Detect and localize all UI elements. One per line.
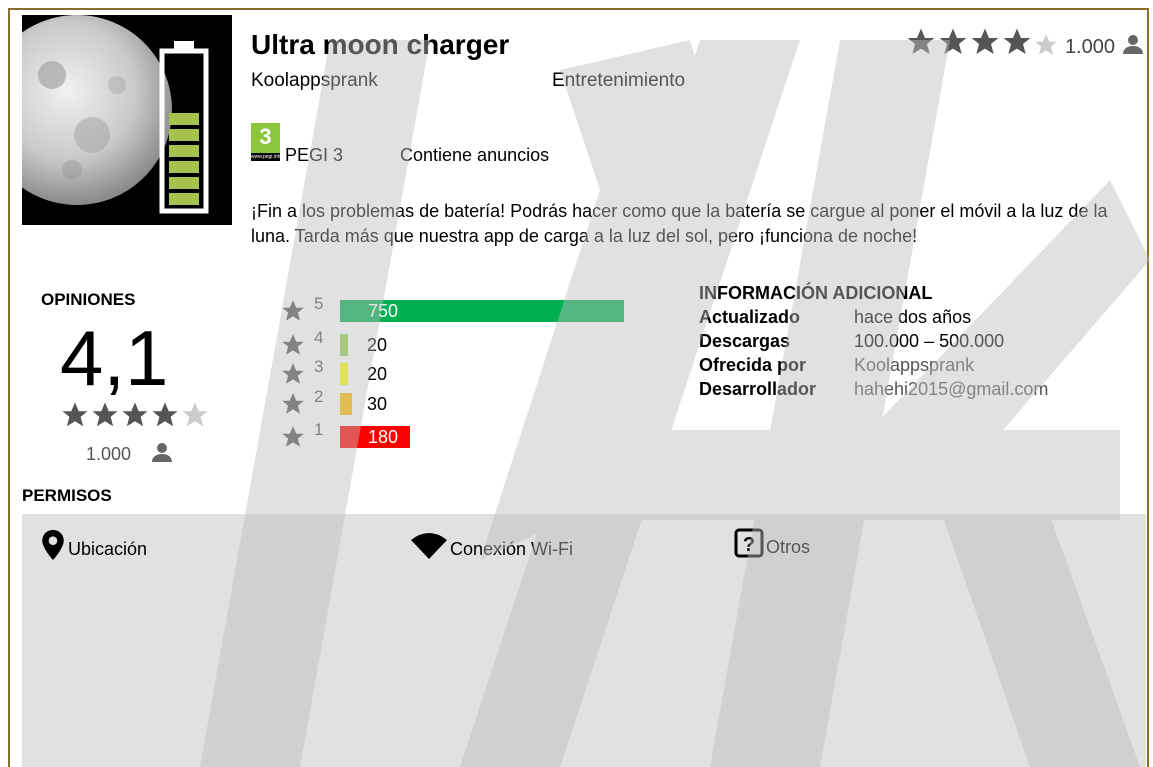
wifi-icon bbox=[411, 533, 447, 559]
permission-label: Conexión Wi-Fi bbox=[450, 539, 574, 559]
additional-info-title: INFORMACIÓN ADICIONAL bbox=[699, 283, 933, 303]
star-icon bbox=[282, 393, 304, 414]
location-pin-icon bbox=[42, 530, 64, 560]
pegi-site: www.pegi.info bbox=[251, 153, 282, 161]
star-icon bbox=[1003, 28, 1031, 54]
user-icon bbox=[152, 443, 172, 462]
review-score-stars bbox=[60, 400, 210, 430]
histogram-stars-label: 3 bbox=[314, 357, 324, 376]
user-icon bbox=[1123, 35, 1143, 54]
star-icon bbox=[122, 402, 148, 427]
info-value: hace dos años bbox=[854, 307, 972, 327]
app-category[interactable]: Entretenimiento bbox=[552, 70, 685, 92]
histogram-bar bbox=[340, 363, 348, 385]
star-icon bbox=[92, 402, 118, 427]
offered-by-link[interactable]: Koolappsprank bbox=[854, 353, 974, 377]
histogram-stars-label: 1 bbox=[314, 420, 324, 439]
svg-text:?: ? bbox=[743, 534, 755, 556]
top-rating: 1.000 bbox=[905, 24, 1145, 60]
info-row-developer: Desarrollador hahehi2015@gmail.com bbox=[699, 377, 1048, 401]
star-icon bbox=[282, 300, 304, 321]
histogram-stars-label: 2 bbox=[314, 387, 324, 406]
info-key: Ofrecida por bbox=[699, 355, 807, 375]
info-row-updated: Actualizado hace dos años bbox=[699, 305, 1048, 329]
star-icon bbox=[152, 402, 178, 427]
star-icon bbox=[971, 28, 999, 54]
permission-label: Otros bbox=[766, 537, 811, 557]
permission-other: ? Otros bbox=[734, 528, 810, 558]
pegi-label: PEGI 3 bbox=[285, 145, 344, 165]
permissions-title: PERMISOS bbox=[22, 486, 112, 505]
histogram-count: 30 bbox=[367, 394, 388, 414]
reviews-title: OPINIONES bbox=[41, 290, 136, 309]
permission-wifi: Conexión Wi-Fi bbox=[410, 532, 573, 560]
permission-label: Ubicación bbox=[68, 539, 148, 559]
histogram-stars-label: 5 bbox=[314, 294, 324, 313]
developer-email-link[interactable]: hahehi2015@gmail.com bbox=[854, 377, 1048, 401]
pegi-badge: 3 www.pegi.info bbox=[251, 123, 282, 161]
question-box-icon: ? bbox=[734, 528, 764, 558]
star-icon bbox=[282, 363, 304, 384]
info-key: Desarrollador bbox=[699, 379, 817, 399]
review-count: 1.000 bbox=[86, 444, 132, 464]
histogram-count: 20 bbox=[367, 364, 388, 384]
histogram-count: 750 bbox=[368, 301, 399, 321]
info-row-offered-by: Ofrecida por Koolappsprank bbox=[699, 353, 1048, 377]
star-empty-icon bbox=[182, 402, 208, 427]
star-icon bbox=[282, 426, 304, 447]
histogram-stars-label: 4 bbox=[314, 328, 324, 347]
info-row-downloads: Descargas 100.000 – 500.000 bbox=[699, 329, 1048, 353]
star-icon bbox=[939, 28, 967, 54]
histogram-count: 20 bbox=[367, 335, 388, 355]
top-rating-count: 1.000 bbox=[1064, 35, 1115, 58]
histogram-bar bbox=[340, 393, 352, 415]
additional-info: INFORMACIÓN ADICIONAL Actualizado hace d… bbox=[699, 281, 1048, 401]
developer-name[interactable]: Koolappsprank bbox=[251, 70, 378, 92]
info-key: Actualizado bbox=[699, 307, 801, 327]
star-icon bbox=[907, 28, 935, 54]
review-score: 4,1 bbox=[60, 314, 169, 402]
info-key: Descargas bbox=[699, 331, 791, 351]
app-description: ¡Fin a los problemas de batería! Podrás … bbox=[251, 201, 1108, 246]
app-icon bbox=[22, 15, 232, 225]
histogram-count: 180 bbox=[368, 427, 399, 447]
permission-location: Ubicación bbox=[40, 530, 147, 560]
app-title: Ultra moon charger bbox=[251, 29, 510, 60]
star-icon bbox=[62, 402, 88, 427]
pegi-number: 3 bbox=[259, 124, 272, 149]
top-rating-stars bbox=[905, 26, 1059, 58]
histogram-bar bbox=[340, 334, 348, 356]
info-value: 100.000 – 500.000 bbox=[854, 331, 1005, 351]
star-empty-icon bbox=[1035, 34, 1057, 55]
star-icon bbox=[282, 334, 304, 355]
ads-label: Contiene anuncios bbox=[400, 145, 550, 165]
permissions-panel: Ubicación Conexión Wi-Fi ? Otros bbox=[22, 514, 1146, 767]
